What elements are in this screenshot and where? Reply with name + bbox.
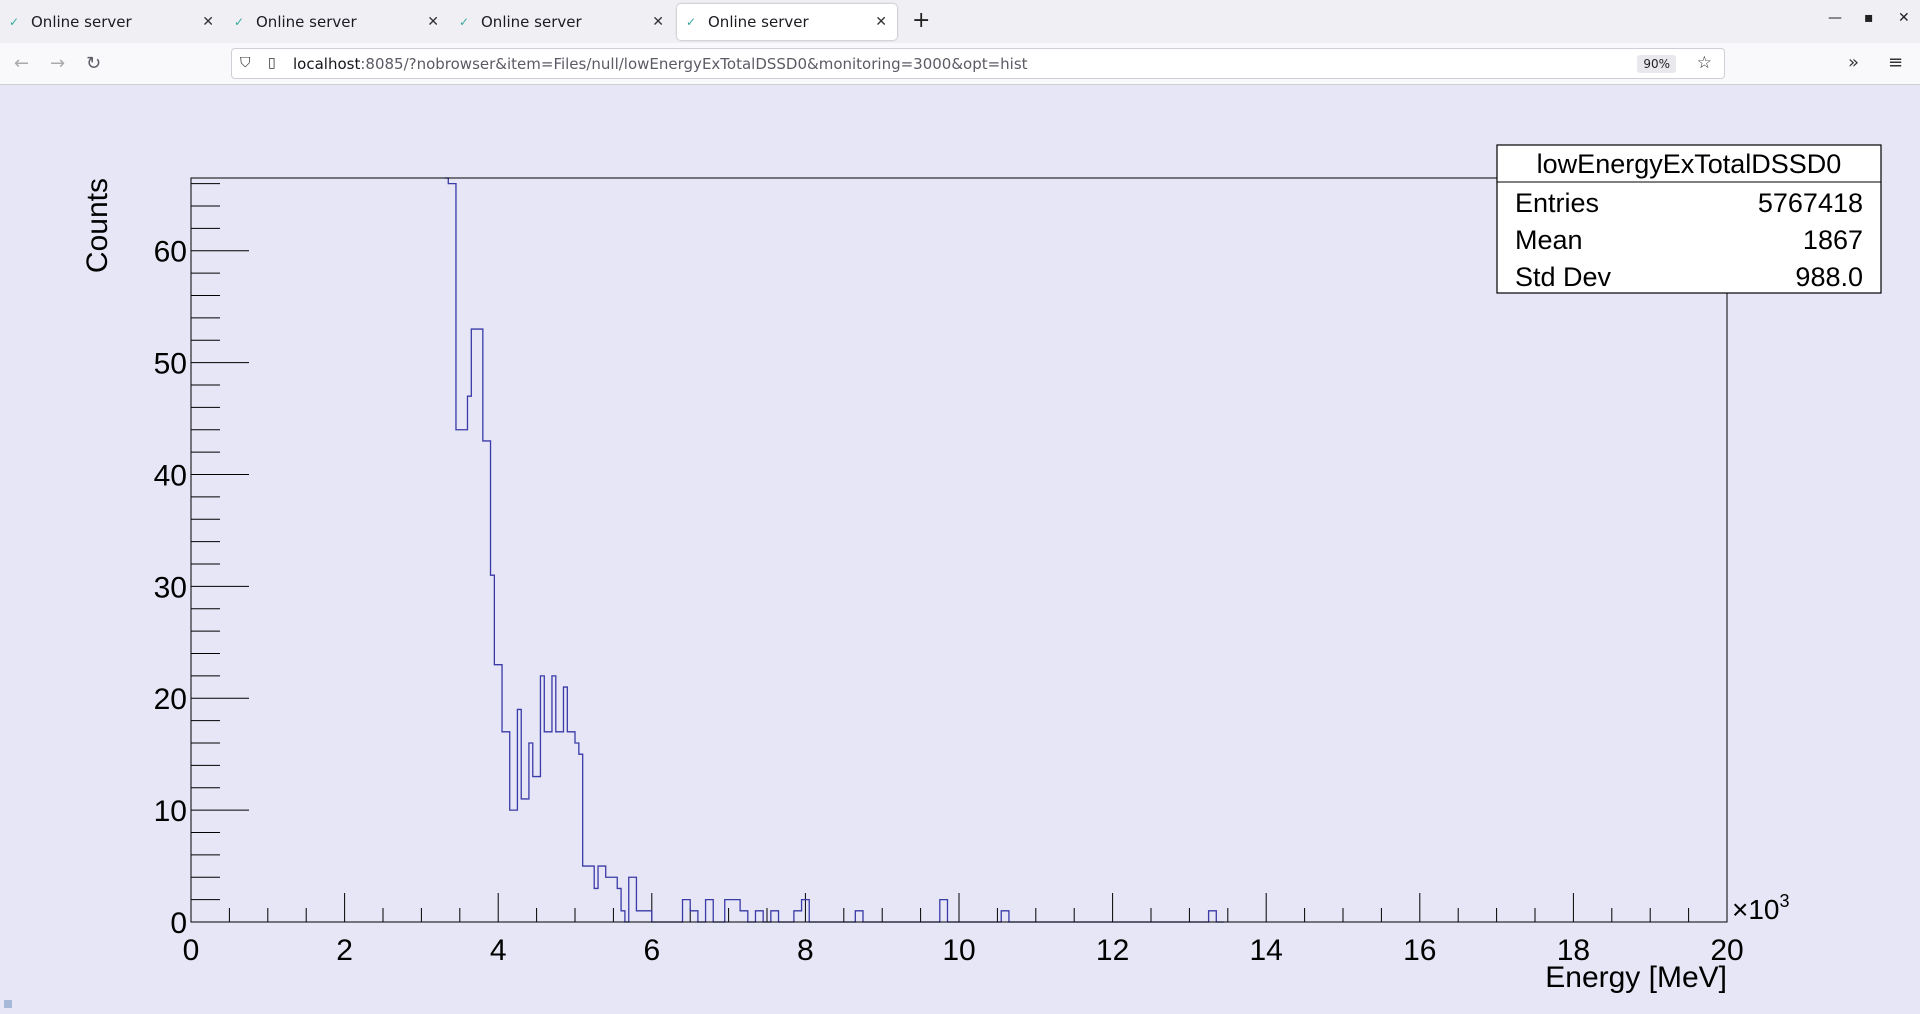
y-tick-label: 30 [154,571,187,604]
minimize-icon[interactable]: — [1828,10,1842,26]
histogram-line [444,177,1224,923]
stats-box[interactable]: lowEnergyExTotalDSSD0 Entries 5767418 Me… [1496,144,1882,294]
x-exponent-base: ×10 [1732,894,1780,925]
x-tick-label: 2 [336,934,353,967]
status-indicator [4,1000,12,1008]
root-leaf-icon: ✓ [9,14,20,29]
x-tick-label: 6 [643,934,660,967]
shield-icon: ⛉ [240,55,251,71]
stats-entries-label: Entries [1515,188,1599,218]
y-tick-label: 10 [154,795,187,828]
zoom-level[interactable]: 90% [1637,55,1676,73]
reload-icon[interactable]: ↻ [86,53,101,74]
stats-mean-value: 1867 [1803,225,1863,255]
x-tick-label: 14 [1250,934,1283,967]
stats-mean-label: Mean [1515,225,1583,255]
close-icon[interactable]: ✕ [875,14,887,30]
y-tick-labels: 0102030405060 [154,236,187,940]
url-text[interactable]: localhost:8085/?nobrowser&item=Files/nul… [293,55,1028,73]
maximize-icon[interactable]: ▪ [1864,10,1874,26]
x-axis-exponent: ×103 [1732,891,1790,925]
close-icon[interactable]: ✕ [202,14,214,30]
root-leaf-icon: ✓ [459,14,470,29]
url-host: localhost [293,55,361,73]
url-rest: :8085/?nobrowser&item=Files/null/lowEner… [360,55,1028,73]
tab-label: Online server [31,12,132,31]
close-icon[interactable]: ✕ [652,14,664,30]
tab-label: Online server [481,12,582,31]
y-tick-label: 40 [154,459,187,492]
x-tick-label: 10 [942,934,975,967]
x-tick-label: 8 [797,934,814,967]
x-tick-label: 0 [183,934,200,967]
y-tick-label: 60 [154,236,187,269]
close-icon[interactable]: ✕ [427,14,439,30]
address-bar[interactable]: ⛉ ▯ localhost:8085/?nobrowser&item=Files… [231,48,1725,79]
x-axis-title: Energy [MeV] [1545,961,1727,994]
stats-title: lowEnergyExTotalDSSD0 [1537,149,1842,179]
stats-entries-value: 5767418 [1758,188,1863,218]
stats-stddev-label: Std Dev [1515,262,1612,292]
tab-4-active[interactable]: ✓ Online server ✕ [677,4,897,40]
navigation-bar: ← → ↻ ⛉ ▯ localhost:8085/?nobrowser&item… [0,43,1920,85]
tab-bar: ✓ Online server ✕ ✓ Online server ✕ ✓ On… [0,0,1920,43]
stats-stddev-value: 988.0 [1795,262,1863,292]
tab-label: Online server [708,13,809,31]
histogram-canvas[interactable]: 0102030405060 0 2 4 6 8 10 12 14 16 18 20 Counts E… [0,85,1920,1014]
chevron-double-right-icon[interactable]: » [1848,52,1859,73]
hamburger-menu-icon[interactable]: ≡ [1888,52,1903,73]
tab-label: Online server [256,12,357,31]
tab-1[interactable]: ✓ Online server ✕ [0,0,224,43]
root-leaf-icon: ✓ [686,15,697,29]
x-tick-label: 12 [1096,934,1129,967]
arrow-left-icon[interactable]: ← [14,53,29,74]
close-window-icon[interactable]: ✕ [1898,10,1910,26]
x-exponent-power: 3 [1780,891,1790,911]
tab-3[interactable]: ✓ Online server ✕ [450,0,674,43]
tab-2[interactable]: ✓ Online server ✕ [225,0,449,43]
plus-icon[interactable]: + [912,8,930,33]
root-leaf-icon: ✓ [234,14,245,29]
y-axis-title: Counts [81,178,114,273]
y-axis-ticks [191,183,249,923]
x-tick-labels: 0 2 4 6 8 10 12 14 16 18 20 [183,934,1744,967]
y-tick-label: 20 [154,683,187,716]
star-icon[interactable]: ☆ [1697,53,1712,73]
x-tick-label: 16 [1403,934,1436,967]
page-icon: ▯ [268,55,276,71]
x-tick-label: 4 [490,934,507,967]
y-tick-label: 50 [154,348,187,381]
x-axis-ticks [190,893,1728,922]
arrow-right-icon[interactable]: → [50,53,65,74]
